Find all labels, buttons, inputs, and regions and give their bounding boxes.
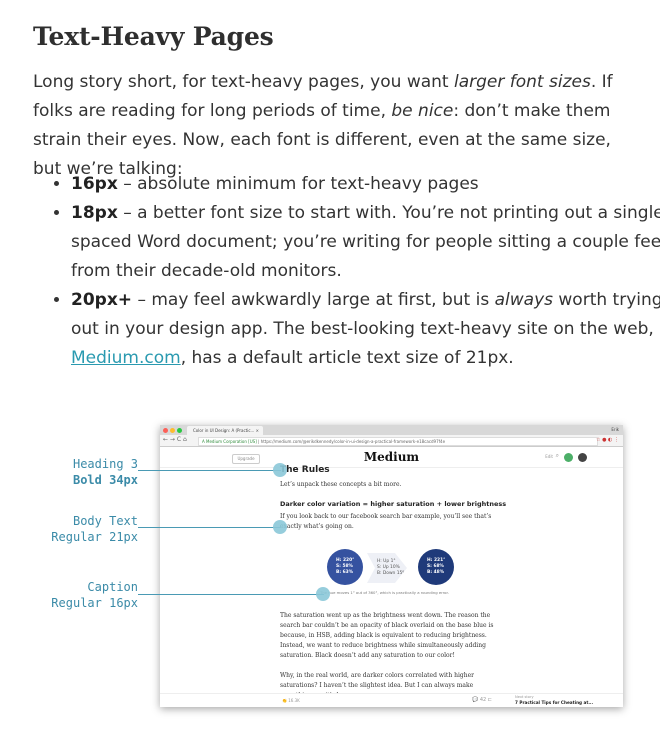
arrow-brightness: B: Down 15% (377, 571, 407, 576)
url-field[interactable]: A Medium Corporation [US] | https://medi… (198, 437, 598, 446)
browser-screenshot: Color in UI Design: A (Practic... × Erik… (160, 425, 623, 707)
caption-marker (316, 587, 330, 601)
maximize-window-icon[interactable] (177, 428, 182, 433)
article-body: If you look back to our facebook search … (280, 513, 492, 530)
close-window-icon[interactable] (163, 428, 168, 433)
article-body: The saturation went up as the brightness… (280, 612, 494, 659)
address-bar-row: ← → C ⌂ A Medium Corporation [US] | http… (160, 435, 623, 447)
color-change-arrow: H: Up 1° S: Up 10% B: Down 15% (367, 553, 407, 583)
next-story[interactable]: Next story 7 Practical Tips for Cheating… (515, 695, 593, 706)
list-item-text: – may feel awkwardly large at first, but… (132, 290, 495, 310)
page-title: Text-Heavy Pages (33, 22, 274, 51)
swatch-brightness: B: 48% (427, 570, 445, 575)
label-heading3: Heading 3 Bold 34px (30, 456, 138, 488)
intro-paragraph: Long story short, for text-heavy pages, … (33, 68, 633, 184)
list-item-text: – absolute minimum for text-heavy pages (117, 174, 479, 194)
article-caption: The hue moves 1° out of 360°, which is p… (320, 590, 449, 595)
color-swatch-base: H: 220° S: 58% B: 63% (327, 549, 363, 585)
list-item-size: 18px (71, 203, 118, 223)
search-icon[interactable]: ⌕ (556, 452, 559, 460)
label-spec: Regular 21px (51, 530, 138, 544)
heading-marker (273, 463, 287, 477)
minimize-window-icon[interactable] (170, 428, 175, 433)
list-item: 18px – a better font size to start with.… (71, 199, 660, 286)
upgrade-avatar-icon[interactable] (564, 453, 573, 462)
browser-tab[interactable]: Color in UI Design: A (Practic... × (187, 426, 263, 435)
body-guide-line (138, 527, 281, 528)
extensions-icon[interactable]: ☆ ● ◐ ⋮ (596, 437, 619, 443)
label-caption: Caption Regular 16px (30, 579, 138, 611)
label-name: Caption (87, 580, 138, 594)
intro-emphasis: be nice (391, 101, 454, 121)
list-item: 16px – absolute minimum for text-heavy p… (71, 170, 660, 199)
swatch-brightness: B: 63% (336, 570, 354, 575)
list-item-size: 16px (71, 174, 118, 194)
intro-text: Long story short, for text-heavy pages, … (33, 72, 454, 92)
avatar[interactable] (578, 453, 587, 462)
label-name: Body Text (72, 514, 138, 528)
next-story-title: 7 Practical Tips for Cheating at... (515, 700, 594, 705)
edit-link[interactable]: Edit (545, 454, 553, 459)
url-text: https://medium.com/@erikdkennedy/color-i… (260, 439, 446, 444)
label-body-text: Body Text Regular 21px (30, 513, 138, 545)
medium-header: Upgrade Medium Edit ⌕ (160, 447, 623, 468)
medium-link[interactable]: Medium.com (71, 348, 181, 368)
list-item-text: – a better font size to start with. You’… (71, 203, 660, 281)
caption-guide-line (138, 594, 324, 595)
list-item-text: , has a default article text size of 21p… (180, 348, 514, 368)
secure-badge: A Medium Corporation [US] (202, 439, 257, 444)
article-intro: Let’s unpack these concepts a bit more. (280, 481, 402, 488)
label-spec: Regular 16px (51, 596, 138, 610)
responses-icon[interactable]: 💬 42 ⊏ (472, 697, 492, 703)
list-item: 20px+ – may feel awkwardly large at firs… (71, 286, 660, 373)
clap-count[interactable]: 👏 16.3K (282, 698, 300, 703)
list-item-emphasis: always (494, 290, 553, 310)
nav-arrows-icon[interactable]: ← → C ⌂ (163, 436, 187, 443)
body-marker (273, 520, 287, 534)
article-heading: The Rules (280, 465, 330, 475)
user-label: Erik (611, 427, 619, 432)
medium-logo[interactable]: Medium (160, 450, 623, 464)
browser-tab-bar: Color in UI Design: A (Practic... × Erik (160, 425, 623, 435)
heading-guide-line (138, 470, 281, 471)
article-footer-bar: 👏 16.3K 💬 42 ⊏ Next story 7 Practical Ti… (160, 693, 623, 707)
font-size-list: 16px – absolute minimum for text-heavy p… (45, 170, 660, 373)
label-name: Heading 3 (72, 457, 138, 471)
clap-count-value: 16.3K (288, 698, 300, 703)
article-subheading: Darker color variation = higher saturati… (280, 500, 507, 508)
list-item-size: 20px+ (71, 290, 133, 310)
responses-count: 42 (479, 697, 487, 703)
label-spec: Bold 34px (72, 473, 138, 487)
color-swatch-dark: H: 221° S: 68% B: 48% (418, 549, 454, 585)
intro-emphasis: larger font sizes (453, 72, 591, 92)
